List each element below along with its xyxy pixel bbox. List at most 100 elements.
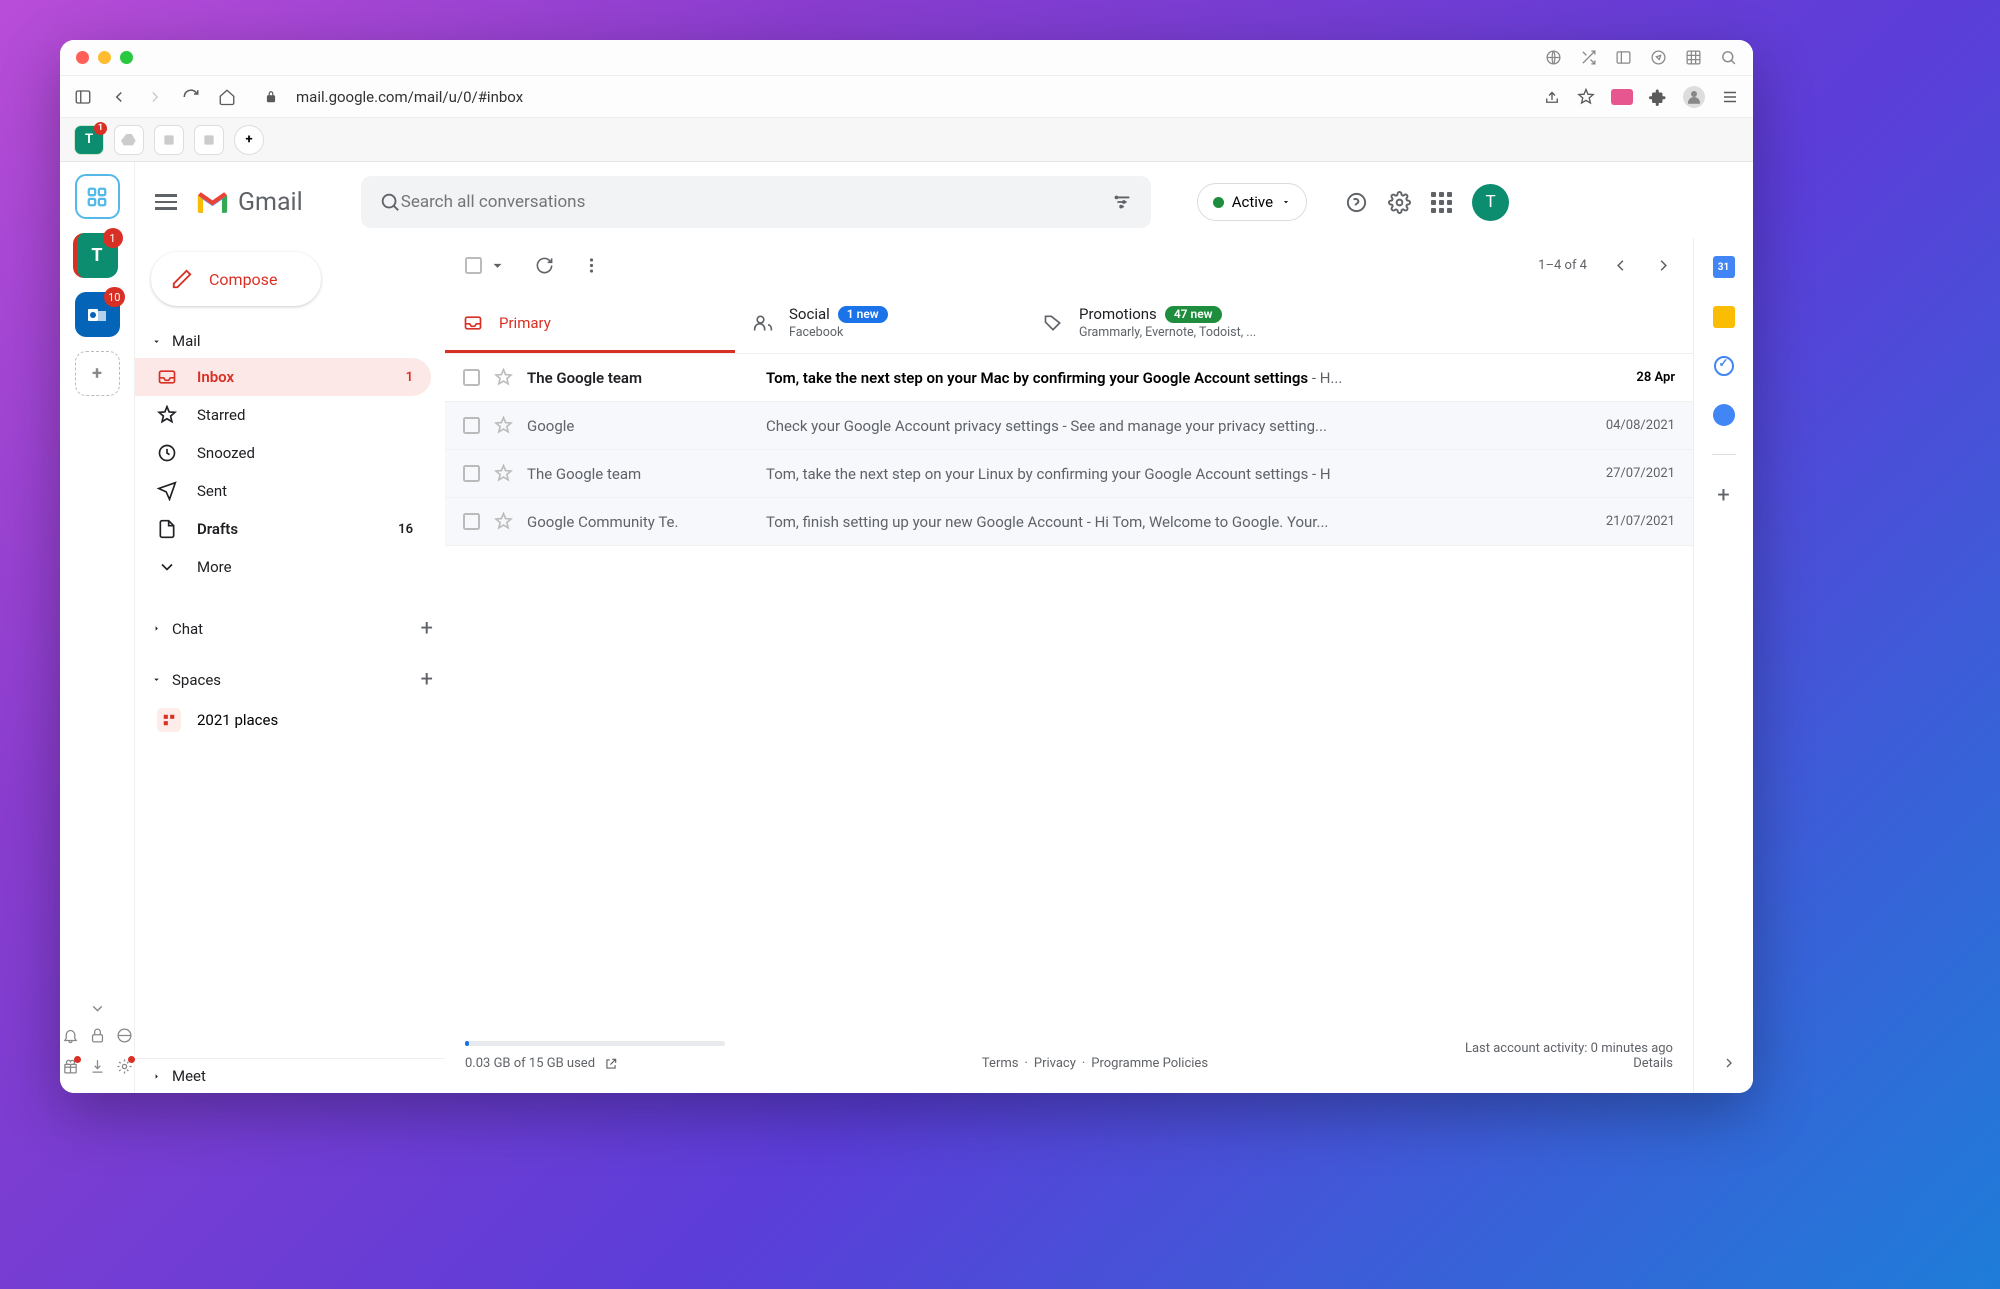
storage-bar — [465, 1041, 725, 1046]
rail-account-1[interactable]: T 1 — [73, 233, 118, 278]
extension-icon[interactable] — [1611, 89, 1633, 105]
google-apps-icon[interactable] — [1431, 192, 1452, 213]
gift-icon[interactable] — [62, 1058, 79, 1079]
bookmark-star-icon[interactable] — [1577, 88, 1595, 106]
clock-icon — [157, 443, 177, 463]
panel-icon[interactable] — [1615, 49, 1632, 66]
select-all-checkbox[interactable] — [465, 256, 507, 275]
profile-avatar[interactable] — [1683, 86, 1705, 108]
star-icon[interactable] — [494, 368, 513, 387]
row-checkbox[interactable] — [463, 417, 480, 434]
nav-more[interactable]: More — [135, 548, 431, 586]
space-item[interactable]: 2021 places — [135, 700, 445, 740]
main-menu-button[interactable] — [155, 190, 177, 214]
row-checkbox[interactable] — [463, 465, 480, 482]
activity-text: Last account activity: 0 minutes ago — [1465, 1041, 1673, 1056]
open-external-icon[interactable] — [604, 1057, 618, 1071]
lock-icon[interactable] — [89, 1027, 106, 1048]
search-icon[interactable] — [1720, 49, 1737, 66]
section-mail[interactable]: Mail — [135, 324, 445, 358]
privacy-link[interactable]: Privacy — [1034, 1056, 1076, 1071]
row-checkbox[interactable] — [463, 513, 480, 530]
share-icon[interactable] — [1543, 88, 1561, 106]
search-bar[interactable] — [361, 176, 1151, 228]
section-meet[interactable]: Meet — [135, 1059, 445, 1093]
nav-drafts[interactable]: Drafts 16 — [135, 510, 431, 548]
tab-promotions[interactable]: Promotions47 new Grammarly, Evernote, To… — [1025, 292, 1315, 353]
compose-button[interactable]: Compose — [151, 252, 321, 306]
help-icon[interactable] — [1345, 191, 1368, 214]
account-avatar[interactable]: T — [1472, 184, 1509, 221]
separator — [1712, 454, 1736, 455]
contacts-icon[interactable] — [1713, 404, 1735, 426]
search-input[interactable] — [401, 192, 1111, 212]
star-icon[interactable] — [494, 512, 513, 531]
rail-apps-button[interactable] — [75, 174, 120, 219]
url-text[interactable]: mail.google.com/mail/u/0/#inbox — [296, 88, 523, 106]
minimize-window-button[interactable] — [98, 51, 111, 64]
globe-icon[interactable] — [1545, 49, 1562, 66]
star-icon[interactable] — [494, 416, 513, 435]
add-addon-button[interactable]: + — [1717, 483, 1729, 508]
grid-icon[interactable] — [1685, 49, 1702, 66]
rail-add-account[interactable]: + — [75, 351, 120, 396]
nav-inbox[interactable]: Inbox 1 — [135, 358, 431, 396]
tab-generic-1[interactable] — [154, 125, 184, 155]
expand-panel-button[interactable] — [1721, 1055, 1749, 1075]
browser-window: mail.google.com/mail/u/0/#inbox T 1 + T — [60, 40, 1753, 1093]
search-options-icon[interactable] — [1111, 191, 1133, 213]
rail-outlook[interactable]: 10 — [75, 292, 120, 337]
extensions-puzzle-icon[interactable] — [1649, 88, 1667, 106]
lock-icon[interactable] — [264, 90, 278, 104]
new-tab-button[interactable]: + — [234, 125, 264, 155]
terms-link[interactable]: Terms — [982, 1056, 1019, 1071]
download-icon[interactable] — [89, 1058, 106, 1079]
tab-social[interactable]: Social1 new Facebook — [735, 292, 1025, 353]
refresh-button[interactable] — [535, 256, 554, 275]
compass-icon[interactable] — [1650, 49, 1667, 66]
tab-gmail[interactable]: T 1 — [74, 125, 104, 155]
next-page-button[interactable] — [1654, 256, 1673, 275]
close-window-button[interactable] — [76, 51, 89, 64]
section-spaces[interactable]: Spaces + — [135, 659, 445, 700]
bell-icon[interactable] — [62, 1027, 79, 1048]
globe-icon[interactable] — [116, 1027, 133, 1048]
add-chat-button[interactable]: + — [421, 616, 433, 641]
chevron-down-icon[interactable] — [89, 1000, 106, 1017]
mail-row[interactable]: Google Community Te. Tom, finish setting… — [445, 498, 1693, 546]
add-space-button[interactable]: + — [421, 667, 433, 692]
nav-sent[interactable]: Sent — [135, 472, 431, 510]
settings-icon[interactable] — [1388, 191, 1411, 214]
gmail-logo[interactable]: Gmail — [195, 188, 303, 217]
calendar-icon[interactable]: 31 — [1713, 256, 1735, 278]
shuffle-icon[interactable] — [1580, 49, 1597, 66]
maximize-window-button[interactable] — [120, 51, 133, 64]
tab-drive[interactable] — [114, 125, 144, 155]
details-link[interactable]: Details — [1633, 1056, 1673, 1071]
star-icon — [157, 405, 177, 425]
nav-snoozed[interactable]: Snoozed — [135, 434, 431, 472]
tasks-icon[interactable] — [1714, 356, 1734, 376]
keep-icon[interactable] — [1713, 306, 1735, 328]
nav-starred[interactable]: Starred — [135, 396, 431, 434]
tab-primary[interactable]: Primary — [445, 292, 735, 353]
menu-icon[interactable] — [1721, 88, 1739, 106]
home-button[interactable] — [218, 88, 236, 106]
gear-icon[interactable] — [116, 1058, 133, 1079]
mail-row[interactable]: Google Check your Google Account privacy… — [445, 402, 1693, 450]
mail-row[interactable]: The Google team Tom, take the next step … — [445, 354, 1693, 402]
sidebar-toggle-icon[interactable] — [74, 88, 92, 106]
row-checkbox[interactable] — [463, 369, 480, 386]
prev-page-button[interactable] — [1611, 256, 1630, 275]
star-icon[interactable] — [494, 464, 513, 483]
more-button[interactable] — [582, 256, 601, 275]
forward-button[interactable] — [146, 88, 164, 106]
reload-button[interactable] — [182, 88, 200, 106]
section-chat[interactable]: Chat + — [135, 608, 445, 649]
mail-row[interactable]: The Google team Tom, take the next step … — [445, 450, 1693, 498]
back-button[interactable] — [110, 88, 128, 106]
status-chip[interactable]: Active — [1197, 183, 1307, 221]
policies-link[interactable]: Programme Policies — [1091, 1056, 1208, 1071]
tab-generic-2[interactable] — [194, 125, 224, 155]
send-icon — [157, 481, 177, 501]
